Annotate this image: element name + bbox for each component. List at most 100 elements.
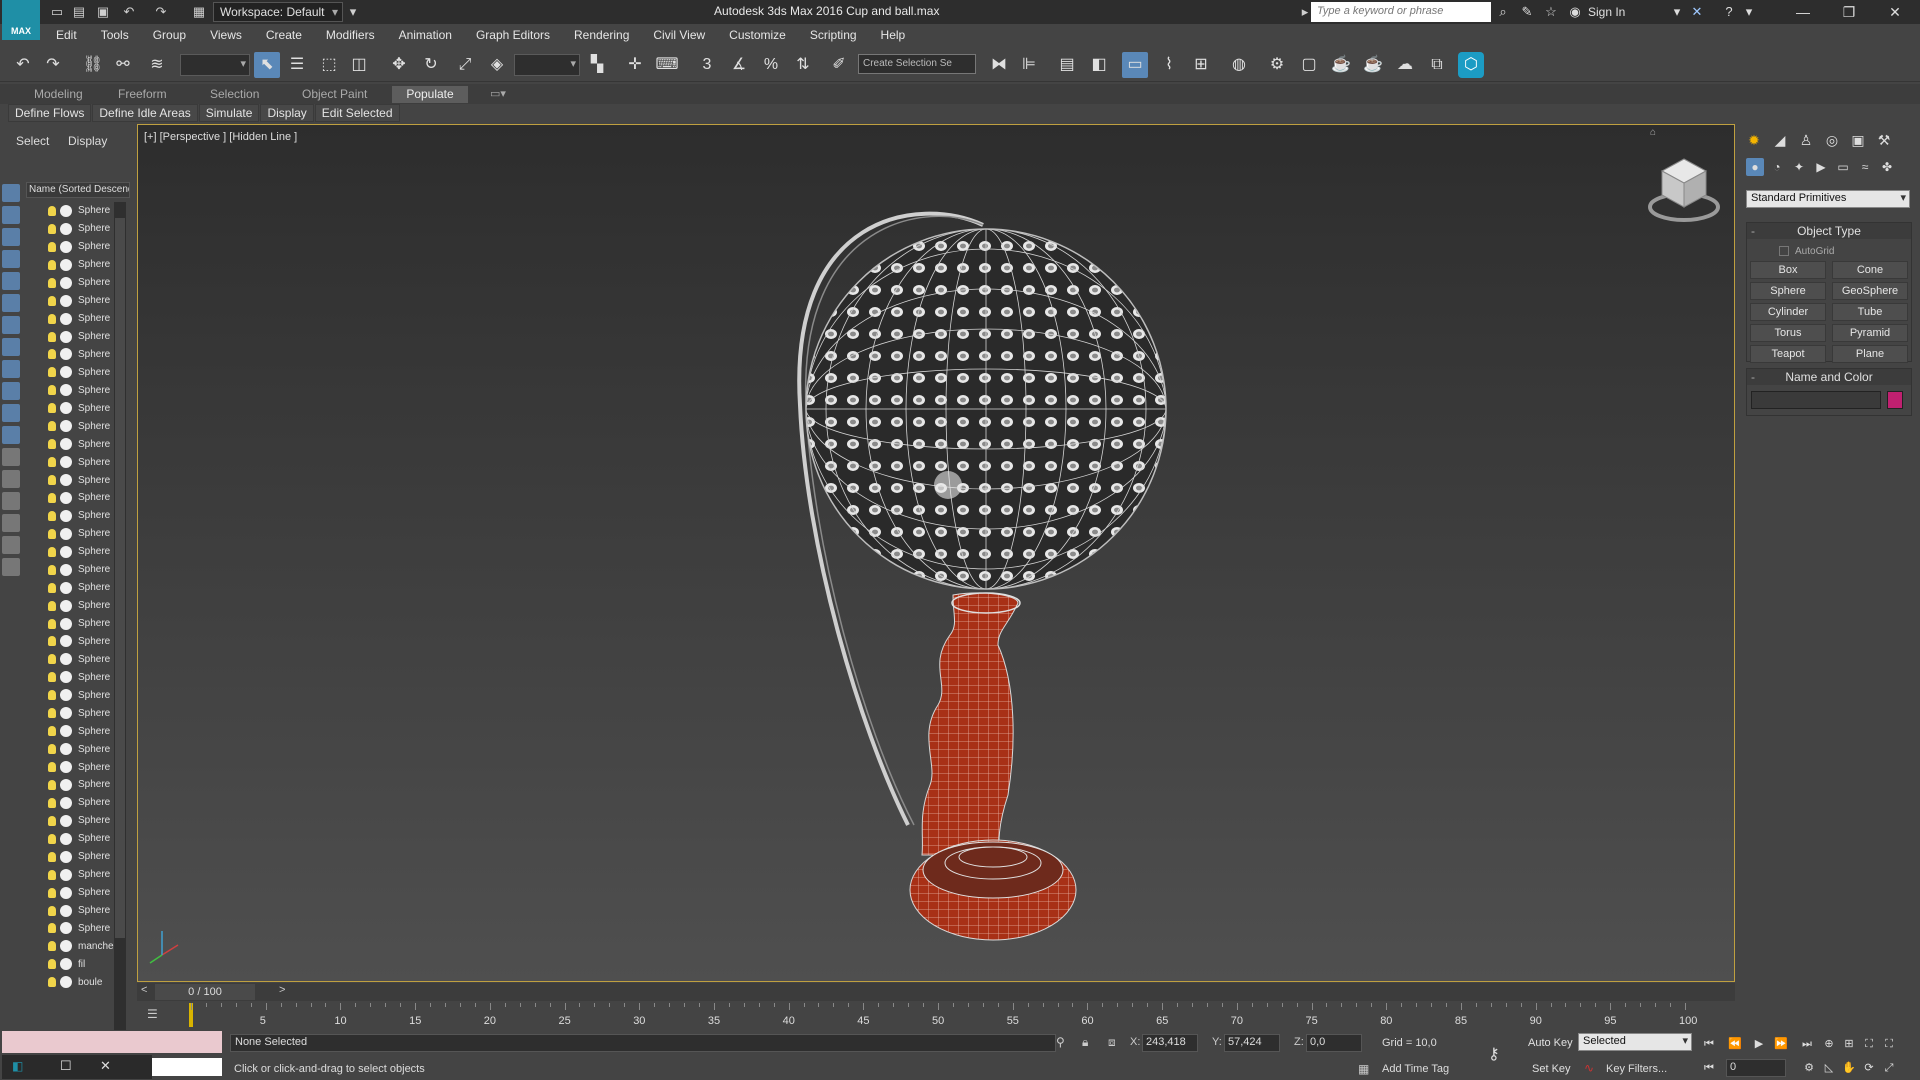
filter-groups-icon[interactable] — [2, 316, 20, 334]
menu-scripting[interactable]: Scripting — [798, 28, 869, 42]
redo-icon[interactable]: ↷ — [40, 52, 66, 78]
cylinder-button[interactable]: Cylinder — [1750, 303, 1826, 321]
x-coordinate-field[interactable]: 243,418 — [1142, 1034, 1198, 1052]
pivot-center-icon[interactable]: ▚ — [584, 52, 610, 78]
list-item[interactable]: Sphere — [26, 202, 116, 220]
edit-selected-button[interactable]: Edit Selected — [314, 104, 400, 122]
help-icon[interactable]: ? — [1720, 3, 1738, 21]
unlink-icon[interactable]: ⚯ — [110, 52, 136, 78]
visibility-bulb-icon[interactable] — [48, 654, 56, 665]
field-of-view-icon[interactable]: ◺ — [1820, 1060, 1838, 1076]
list-item[interactable]: Sphere — [26, 561, 116, 579]
autodesk-a360-icon[interactable]: ⬡ — [1458, 52, 1484, 78]
list-item[interactable]: boule — [26, 973, 116, 991]
open-file-icon[interactable]: ▤ — [70, 3, 88, 21]
visibility-bulb-icon[interactable] — [48, 672, 56, 683]
visibility-bulb-icon[interactable] — [48, 636, 56, 647]
previous-frame-icon[interactable]: ⏪ — [1726, 1036, 1744, 1052]
visibility-bulb-icon[interactable] — [48, 797, 56, 808]
render-in-cloud-icon[interactable]: ☁ — [1392, 52, 1418, 78]
visibility-bulb-icon[interactable] — [48, 887, 56, 898]
maxscript-listener[interactable] — [2, 1031, 222, 1053]
snap-toggle-icon[interactable]: 3 — [694, 52, 720, 78]
filter-xrefs-icon[interactable] — [2, 338, 20, 356]
list-item[interactable]: Sphere — [26, 525, 116, 543]
modify-panel-icon[interactable]: ◢ — [1770, 130, 1790, 150]
layer-icon[interactable] — [2, 558, 20, 576]
visibility-bulb-icon[interactable] — [48, 977, 56, 988]
list-item[interactable]: Sphere — [26, 238, 116, 256]
spinner-snap-icon[interactable]: ⇅ — [790, 52, 816, 78]
name-and-color-header[interactable]: Name and Color — [1747, 369, 1911, 385]
filter-cameras-icon[interactable] — [2, 250, 20, 268]
keyboard-shortcut-override-icon[interactable]: ⌨ — [654, 52, 680, 78]
visibility-bulb-icon[interactable] — [48, 241, 56, 252]
reference-coordinate-dropdown[interactable] — [514, 54, 580, 76]
filter-helpers-icon[interactable] — [2, 272, 20, 290]
ribbon-toggle-icon[interactable]: ▭ — [1122, 52, 1148, 78]
visibility-bulb-icon[interactable] — [48, 690, 56, 701]
percent-snap-icon[interactable]: % — [758, 52, 784, 78]
visibility-bulb-icon[interactable] — [48, 851, 56, 862]
list-item[interactable]: Sphere — [26, 507, 116, 525]
sign-in-dropdown-icon[interactable]: ▾ — [1668, 3, 1686, 21]
next-frame-arrow-icon[interactable]: > — [279, 984, 285, 996]
communication-center-icon[interactable]: ✎ — [1518, 3, 1536, 21]
visibility-bulb-icon[interactable] — [48, 475, 56, 486]
time-tag-icon[interactable]: ▦ — [1358, 1062, 1369, 1076]
rectangular-selection-icon[interactable]: ⬚ — [316, 52, 342, 78]
list-item[interactable]: Sphere — [26, 256, 116, 274]
visibility-bulb-icon[interactable] — [48, 744, 56, 755]
list-item[interactable]: Sphere — [26, 381, 116, 399]
filter-lights-icon[interactable] — [2, 228, 20, 246]
list-item[interactable]: Sphere — [26, 615, 116, 633]
go-to-end-icon[interactable]: ⏭ — [1798, 1036, 1816, 1052]
auto-key-button[interactable]: Auto Key — [1528, 1037, 1573, 1049]
isolate-selection-icon[interactable]: ⚲ — [1056, 1035, 1065, 1049]
visibility-bulb-icon[interactable] — [48, 367, 56, 378]
selection-filter-dropdown[interactable] — [180, 54, 250, 76]
visibility-bulb-icon[interactable] — [48, 833, 56, 844]
object-type-header[interactable]: Object Type — [1747, 223, 1911, 239]
absolute-mode-icon[interactable]: ⧈ — [1108, 1035, 1116, 1050]
visibility-bulb-icon[interactable] — [48, 259, 56, 270]
help-dropdown-icon[interactable]: ▾ — [1740, 3, 1758, 21]
name-column-header[interactable]: Name (Sorted Descending) — [26, 182, 130, 198]
maximize-viewport-icon[interactable]: ⤢ — [1880, 1060, 1898, 1076]
select-manipulate-icon[interactable]: ✛ — [622, 52, 648, 78]
quick-access-menu-icon[interactable]: ▾ — [344, 3, 362, 21]
key-mode-dropdown[interactable]: Selected — [1578, 1033, 1692, 1051]
visibility-bulb-icon[interactable] — [48, 600, 56, 611]
exchange-apps-icon[interactable]: ✕ — [1688, 3, 1706, 21]
visibility-bulb-icon[interactable] — [48, 421, 56, 432]
list-item[interactable]: Sphere — [26, 471, 116, 489]
render-iterative-icon[interactable]: ☕ — [1360, 52, 1386, 78]
menu-edit[interactable]: Edit — [44, 28, 89, 42]
visibility-bulb-icon[interactable] — [48, 726, 56, 737]
next-frame-icon[interactable]: ⏩ — [1772, 1036, 1790, 1052]
visibility-bulb-icon[interactable] — [48, 457, 56, 468]
visibility-bulb-icon[interactable] — [48, 815, 56, 826]
motion-panel-icon[interactable]: ◎ — [1822, 130, 1842, 150]
minimize-icon[interactable]: — — [1780, 0, 1826, 24]
menu-views[interactable]: Views — [198, 28, 254, 42]
filter-hidden-icon[interactable] — [2, 426, 20, 444]
list-item[interactable]: Sphere — [26, 884, 116, 902]
binoculars-icon[interactable]: ⌕ — [1494, 3, 1512, 21]
undo-icon[interactable]: ↶ — [120, 3, 138, 21]
workspace-dropdown[interactable]: Workspace: Default — [213, 2, 343, 22]
visibility-bulb-icon[interactable] — [48, 869, 56, 880]
y-coordinate-field[interactable]: 57,424 — [1224, 1034, 1280, 1052]
scale-icon[interactable]: ⤢ — [452, 52, 478, 78]
list-item[interactable]: Sphere — [26, 722, 116, 740]
display-button[interactable]: Display — [260, 104, 314, 122]
visibility-bulb-icon[interactable] — [48, 905, 56, 916]
list-item[interactable]: Sphere — [26, 310, 116, 328]
rotate-icon[interactable]: ↻ — [418, 52, 444, 78]
time-config-icon[interactable]: ⚙ — [1800, 1060, 1818, 1076]
list-item[interactable]: Sphere — [26, 704, 116, 722]
utilities-panel-icon[interactable]: ⚒ — [1874, 130, 1894, 150]
filter-frozen-icon[interactable] — [2, 404, 20, 422]
simulate-button[interactable]: Simulate — [198, 104, 260, 122]
trackbar[interactable]: ☰ 5 10 15 20 25 30 35 40 45 50 55 60 65 70 75 80 85 90 95 1… — [137, 1003, 1735, 1029]
